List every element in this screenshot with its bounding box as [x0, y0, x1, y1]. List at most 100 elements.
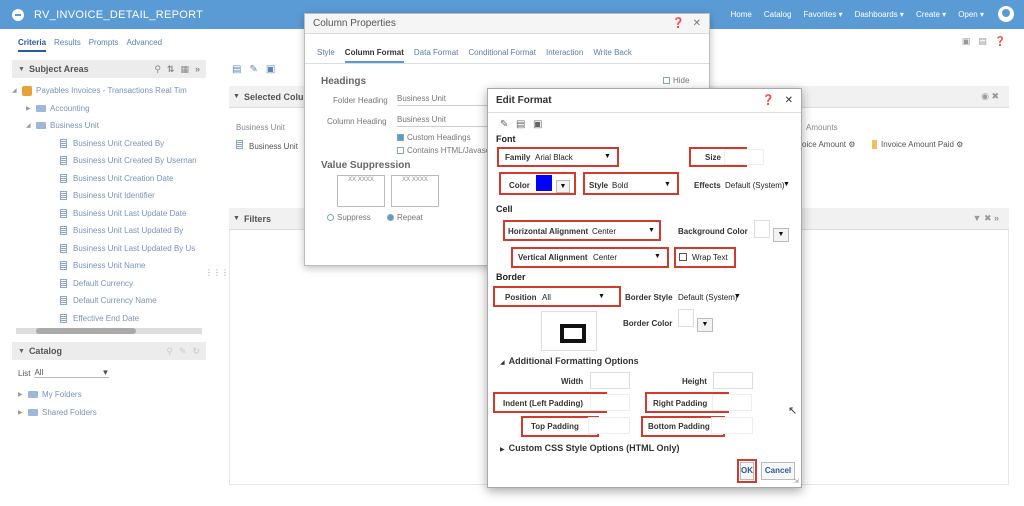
- height-input[interactable]: [713, 372, 753, 389]
- tree-column[interactable]: Business Unit Name: [12, 257, 206, 275]
- tab-prompts[interactable]: Prompts: [89, 38, 119, 52]
- tree-column[interactable]: Default Currency: [12, 275, 206, 293]
- selected-column-business-unit[interactable]: Business Unit: [236, 140, 298, 151]
- color-swatch[interactable]: [536, 175, 552, 191]
- catalog-list-select[interactable]: All ▼: [34, 368, 110, 378]
- folder-heading-input[interactable]: Business Unit: [397, 94, 487, 106]
- chevron-down-icon[interactable]: ▼: [654, 253, 661, 260]
- tab-conditional-format[interactable]: Conditional Format: [468, 48, 536, 63]
- style-select[interactable]: Bold: [612, 181, 628, 190]
- panel-splitter-handle[interactable]: ⋮⋮⋮: [205, 268, 229, 277]
- tree-column[interactable]: Effective End Date: [12, 310, 206, 328]
- filter-toolbar-icon[interactable]: ▤: [232, 64, 241, 75]
- border-preview[interactable]: [541, 311, 597, 351]
- contains-html-checkbox[interactable]: Contains HTML/Javaso: [397, 146, 490, 155]
- paste-icon[interactable]: ▣: [533, 120, 543, 130]
- chevron-down-icon[interactable]: ▼: [783, 181, 790, 188]
- remove-all-icon[interactable]: ◉ ✖: [981, 91, 999, 102]
- horizontal-alignment-select[interactable]: Center: [592, 227, 616, 236]
- collapse-icon[interactable]: ◢: [26, 122, 36, 129]
- border-color-dropdown-button[interactable]: ▼: [697, 318, 713, 332]
- tree-column[interactable]: Business Unit Creation Date: [12, 170, 206, 188]
- tree-root[interactable]: ◢ Payables Invoices - Transactions Real …: [12, 82, 206, 100]
- filter-actions-icon[interactable]: ▼ ✖ »: [973, 213, 999, 224]
- expand-icon[interactable]: ▶: [18, 409, 28, 416]
- tab-advanced[interactable]: Advanced: [127, 38, 163, 52]
- background-color-swatch[interactable]: [754, 220, 770, 238]
- copy-icon[interactable]: ▤: [516, 120, 526, 130]
- collapse-triangle-icon[interactable]: ▼: [18, 66, 25, 73]
- tab-column-format[interactable]: Column Format: [344, 48, 404, 63]
- catalog-folder-shared-folders[interactable]: ▶ Shared Folders: [12, 404, 206, 422]
- chevron-down-icon[interactable]: ▼: [648, 227, 655, 234]
- border-style-select[interactable]: Default (System): [678, 293, 738, 302]
- chevron-down-icon[interactable]: ▼: [734, 293, 741, 300]
- column-heading-input[interactable]: Business Unit: [397, 115, 487, 127]
- custom-headings-checkbox[interactable]: Custom Headings: [397, 133, 471, 142]
- nav-favorites[interactable]: Favorites ▾: [803, 10, 842, 19]
- save-as-icon[interactable]: ▤: [978, 36, 987, 47]
- tree-column[interactable]: Business Unit Created By Usernan: [12, 152, 206, 170]
- catalog-folder-my-folders[interactable]: ▶ My Folders: [12, 386, 206, 404]
- add-subject-area-icon[interactable]: ▦: [180, 64, 189, 75]
- tab-style[interactable]: Style: [317, 48, 335, 63]
- nav-home[interactable]: Home: [731, 10, 752, 19]
- save-icon[interactable]: ▣: [962, 36, 971, 47]
- hide-checkbox[interactable]: Hide: [663, 76, 689, 85]
- help-icon[interactable]: ❓: [995, 36, 1006, 47]
- collapse-triangle-icon[interactable]: ▼: [233, 93, 240, 100]
- edit-formula-icon[interactable]: ✎: [249, 64, 257, 75]
- combine-icon[interactable]: ▣: [266, 64, 275, 75]
- bottom-padding-input-box[interactable]: [711, 417, 753, 434]
- collapse-triangle-icon[interactable]: ▼: [233, 215, 240, 222]
- right-padding-input-box[interactable]: [712, 394, 752, 411]
- tree-column[interactable]: Business Unit Created By: [12, 135, 206, 153]
- tree-column[interactable]: Business Unit Last Updated By: [12, 222, 206, 240]
- user-avatar-icon[interactable]: [998, 6, 1014, 22]
- pencil-icon[interactable]: ✎: [500, 120, 510, 130]
- selected-column-invoice-amount[interactable]: oice Amount ⚙: [802, 140, 855, 149]
- position-select[interactable]: All: [542, 293, 551, 302]
- catalog-refresh-icon[interactable]: ↻: [192, 346, 200, 357]
- color-dropdown-button[interactable]: ▼: [556, 180, 570, 193]
- size-input-box[interactable]: [724, 149, 764, 165]
- expand-icon[interactable]: ▶: [18, 391, 28, 398]
- gear-icon[interactable]: ⚙: [848, 140, 855, 149]
- sort-icon[interactable]: ⇅: [167, 64, 175, 75]
- tree-column[interactable]: Default Currency Name: [12, 292, 206, 310]
- repeat-radio[interactable]: Repeat: [387, 213, 423, 222]
- custom-css-toggle[interactable]: ▶ Custom CSS Style Options (HTML Only): [500, 443, 679, 453]
- indent-input-box[interactable]: [590, 394, 630, 411]
- family-select[interactable]: Arial Black: [535, 153, 573, 162]
- tree-column[interactable]: Business Unit Last Updated By Us: [12, 240, 206, 258]
- tree-folder-accounting[interactable]: ▶ Accounting: [12, 100, 206, 118]
- nav-dashboards[interactable]: Dashboards ▾: [855, 10, 904, 19]
- vertical-alignment-select[interactable]: Center: [593, 253, 617, 262]
- tab-criteria[interactable]: Criteria: [18, 38, 47, 52]
- effects-select[interactable]: Default (System): [725, 181, 785, 190]
- help-icon[interactable]: ❓: [672, 18, 684, 29]
- tree-column[interactable]: Business Unit Identifier: [12, 187, 206, 205]
- tree-column[interactable]: Business Unit Last Update Date: [12, 205, 206, 223]
- close-icon[interactable]: ✕: [785, 95, 793, 106]
- wrap-text-checkbox[interactable]: [679, 253, 687, 261]
- tree-folder-business-unit[interactable]: ◢ Business Unit: [12, 117, 206, 135]
- tab-interaction[interactable]: Interaction: [546, 48, 583, 63]
- expand-panel-icon[interactable]: »: [195, 64, 200, 75]
- width-input[interactable]: [590, 372, 630, 389]
- border-color-swatch[interactable]: [678, 309, 694, 327]
- chevron-down-icon[interactable]: ▼: [604, 153, 611, 160]
- cancel-button[interactable]: Cancel: [761, 462, 795, 480]
- collapse-icon[interactable]: ◢: [12, 87, 22, 94]
- expand-icon[interactable]: ▶: [26, 105, 36, 112]
- nav-catalog[interactable]: Catalog: [764, 10, 792, 19]
- gear-icon[interactable]: ⚙: [956, 140, 963, 149]
- help-icon[interactable]: ❓: [762, 95, 774, 106]
- chevron-down-icon[interactable]: ▼: [598, 293, 605, 300]
- suppress-radio[interactable]: Suppress: [327, 213, 371, 222]
- tree-horizontal-scrollbar[interactable]: [16, 328, 202, 334]
- app-logo-icon[interactable]: [12, 8, 24, 21]
- nav-open[interactable]: Open ▾: [958, 10, 984, 19]
- tab-write-back[interactable]: Write Back: [593, 48, 632, 63]
- catalog-search-icon[interactable]: ⚲: [166, 346, 173, 357]
